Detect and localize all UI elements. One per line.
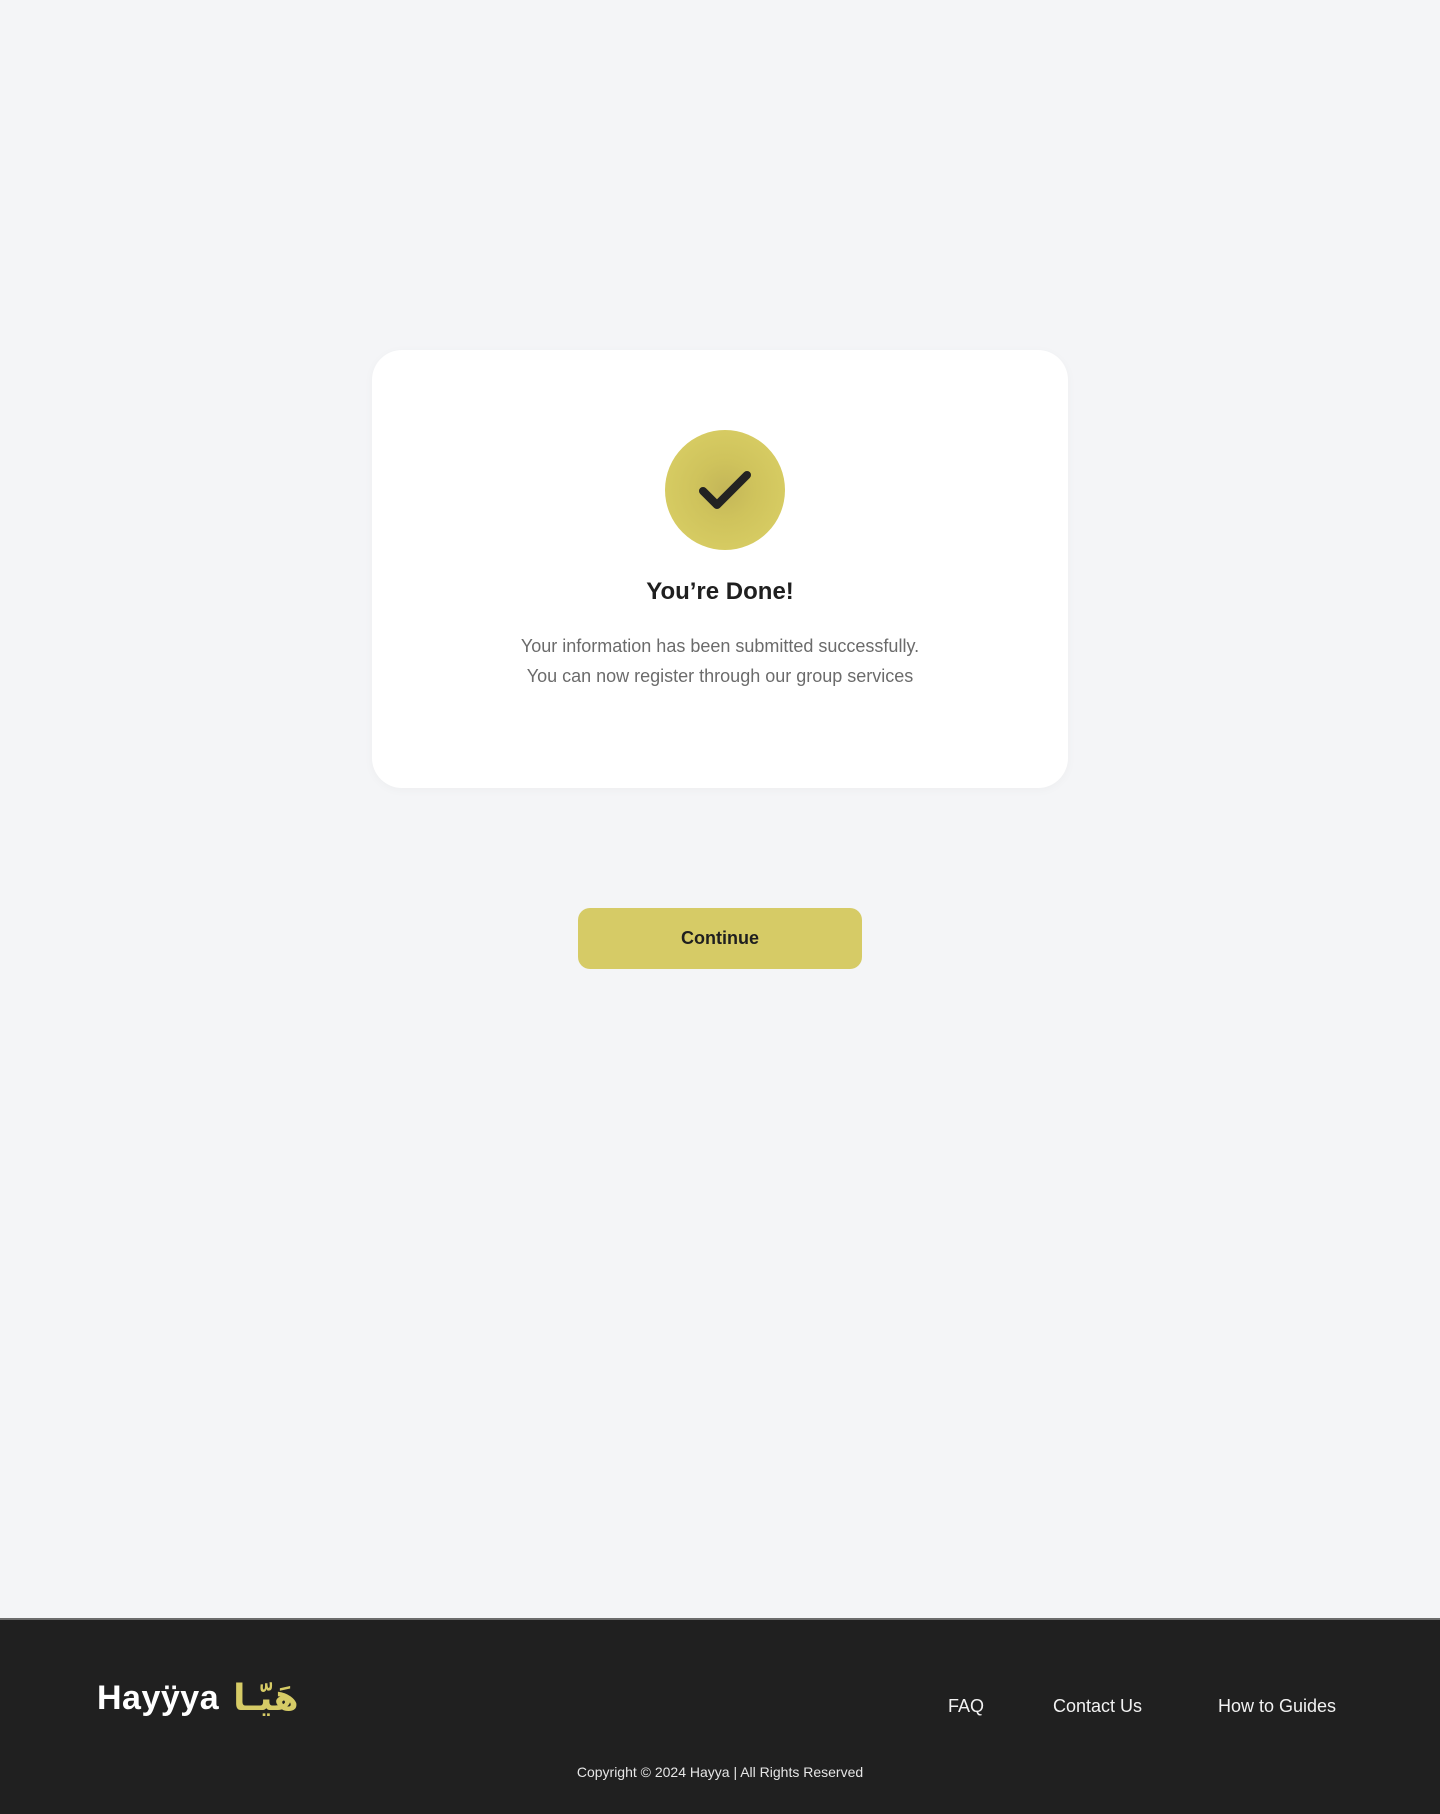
footer-link-faq[interactable]: FAQ [948, 1696, 984, 1717]
hayya-logo[interactable]: Hayÿya هَيّـا [97, 1678, 299, 1719]
footer-link-contact-us[interactable]: Contact Us [1053, 1696, 1142, 1717]
footer: Hayÿya هَيّـا FAQ Contact Us How to Guid… [0, 1618, 1440, 1814]
logo-text: Hayÿya [97, 1679, 220, 1717]
check-icon [699, 471, 751, 509]
logo-arabic-text: هَيّـا [233, 1678, 299, 1719]
copyright-text: Copyright © 2024 Hayya | All Rights Rese… [576, 1764, 864, 1780]
footer-link-how-to-guides[interactable]: How to Guides [1218, 1696, 1336, 1717]
success-badge [665, 430, 785, 550]
success-message-line-2: You can now register through our group s… [526, 666, 914, 686]
success-card: You’re Done! Your information has been s… [372, 350, 1068, 788]
page-title: You’re Done! [646, 578, 794, 605]
success-message-line-1: Your information has been submitted succ… [520, 636, 920, 656]
continue-button[interactable]: Continue [578, 908, 862, 969]
